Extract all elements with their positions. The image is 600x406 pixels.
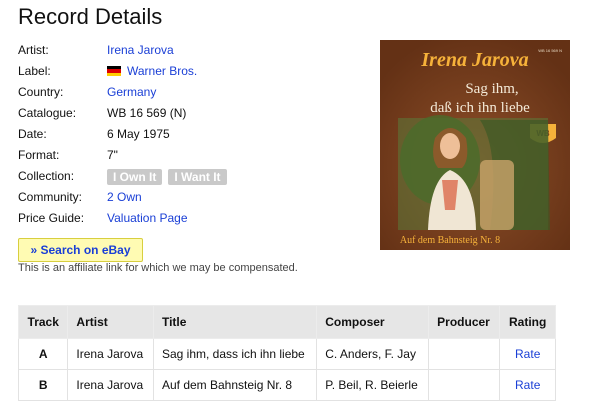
- record-cover-image[interactable]: Irena Jarova WB 16 569 N Sag ihm, daß ic…: [380, 40, 570, 250]
- track-composer: P. Beil, R. Beierle: [316, 369, 430, 401]
- track-composer: C. Anders, F. Jay: [316, 338, 430, 370]
- i-want-it-button[interactable]: I Want It: [168, 168, 227, 185]
- table-row: A Irena Jarova Sag ihm, dass ich ihn lie…: [17, 338, 556, 370]
- detail-label: Artist:: [18, 43, 49, 57]
- rate-link[interactable]: Rate: [515, 378, 540, 392]
- track-artist: Irena Jarova: [67, 369, 154, 401]
- detail-label-row: Label: Warner Bros.: [18, 61, 363, 82]
- detail-date: Date: 6 May 1975: [18, 124, 363, 145]
- detail-label: Price Guide:: [18, 211, 85, 225]
- country-link[interactable]: Germany: [107, 82, 156, 103]
- affiliate-note: This is an affiliate link for which we m…: [18, 262, 298, 274]
- col-producer: Producer: [428, 305, 501, 339]
- col-track: Track: [17, 305, 69, 339]
- date-value: 6 May 1975: [107, 127, 170, 141]
- detail-label: Community:: [18, 190, 83, 204]
- catalogue-value: WB 16 569 (N): [107, 106, 187, 120]
- format-value: 7": [107, 148, 118, 162]
- detail-price-guide: Price Guide: Valuation Page: [18, 208, 363, 229]
- page-title: Record Details: [18, 4, 163, 29]
- detail-label: Collection:: [18, 169, 75, 183]
- rate-link[interactable]: Rate: [515, 347, 540, 361]
- cover-bottom-text: Auf dem Bahnsteig Nr. 8: [400, 235, 500, 246]
- search-ebay-button[interactable]: » Search on eBay: [18, 238, 143, 262]
- label-value: Warner Bros.: [107, 61, 197, 82]
- track-producer: [428, 338, 501, 370]
- track-number: B: [17, 369, 69, 401]
- table-header-row: Track Artist Title Composer Producer Rat…: [17, 305, 556, 339]
- detail-label: Date:: [18, 127, 47, 141]
- label-link[interactable]: Warner Bros.: [127, 64, 197, 78]
- track-producer: [428, 369, 501, 401]
- detail-label: Catalogue:: [18, 106, 77, 120]
- i-own-it-button[interactable]: I Own It: [107, 168, 163, 185]
- detail-community: Community: 2 Own: [18, 187, 363, 208]
- cover-title-line1: Sag ihm,: [465, 81, 518, 97]
- valuation-link[interactable]: Valuation Page: [107, 208, 188, 229]
- artist-link[interactable]: Irena Jarova: [107, 40, 174, 61]
- record-details: Artist: Irena Jarova Label: Warner Bros.…: [18, 40, 363, 229]
- detail-collection: Collection: I Own It I Want It: [18, 166, 363, 187]
- detail-label: Format:: [18, 148, 60, 162]
- cover-title-line2: daß ich ihn liebe: [430, 100, 530, 116]
- germany-flag-icon: [107, 66, 121, 76]
- col-rating: Rating: [499, 305, 556, 339]
- table-row: B Irena Jarova Auf dem Bahnsteig Nr. 8 P…: [17, 369, 556, 401]
- track-artist: Irena Jarova: [67, 338, 154, 370]
- cover-catalogue-text: WB 16 569 N: [538, 48, 562, 53]
- tracklist-table: Track Artist Title Composer Producer Rat…: [17, 305, 556, 401]
- collection-buttons: I Own It I Want It: [107, 166, 233, 187]
- detail-catalogue: Catalogue: WB 16 569 (N): [18, 103, 363, 124]
- col-title: Title: [152, 305, 318, 339]
- cover-photo: [398, 115, 550, 230]
- col-composer: Composer: [316, 305, 430, 339]
- track-title: Sag ihm, dass ich ihn liebe: [152, 338, 318, 370]
- community-link[interactable]: 2 Own: [107, 187, 142, 208]
- detail-label: Country:: [18, 85, 64, 99]
- track-title: Auf dem Bahnsteig Nr. 8: [152, 369, 318, 401]
- detail-country: Country: Germany: [18, 82, 363, 103]
- track-number: A: [17, 338, 69, 370]
- col-artist: Artist: [67, 305, 154, 339]
- detail-format: Format: 7": [18, 145, 363, 166]
- detail-artist: Artist: Irena Jarova: [18, 40, 363, 61]
- cover-artist-text: Irena Jarova: [420, 49, 528, 71]
- detail-label: Label:: [18, 64, 51, 78]
